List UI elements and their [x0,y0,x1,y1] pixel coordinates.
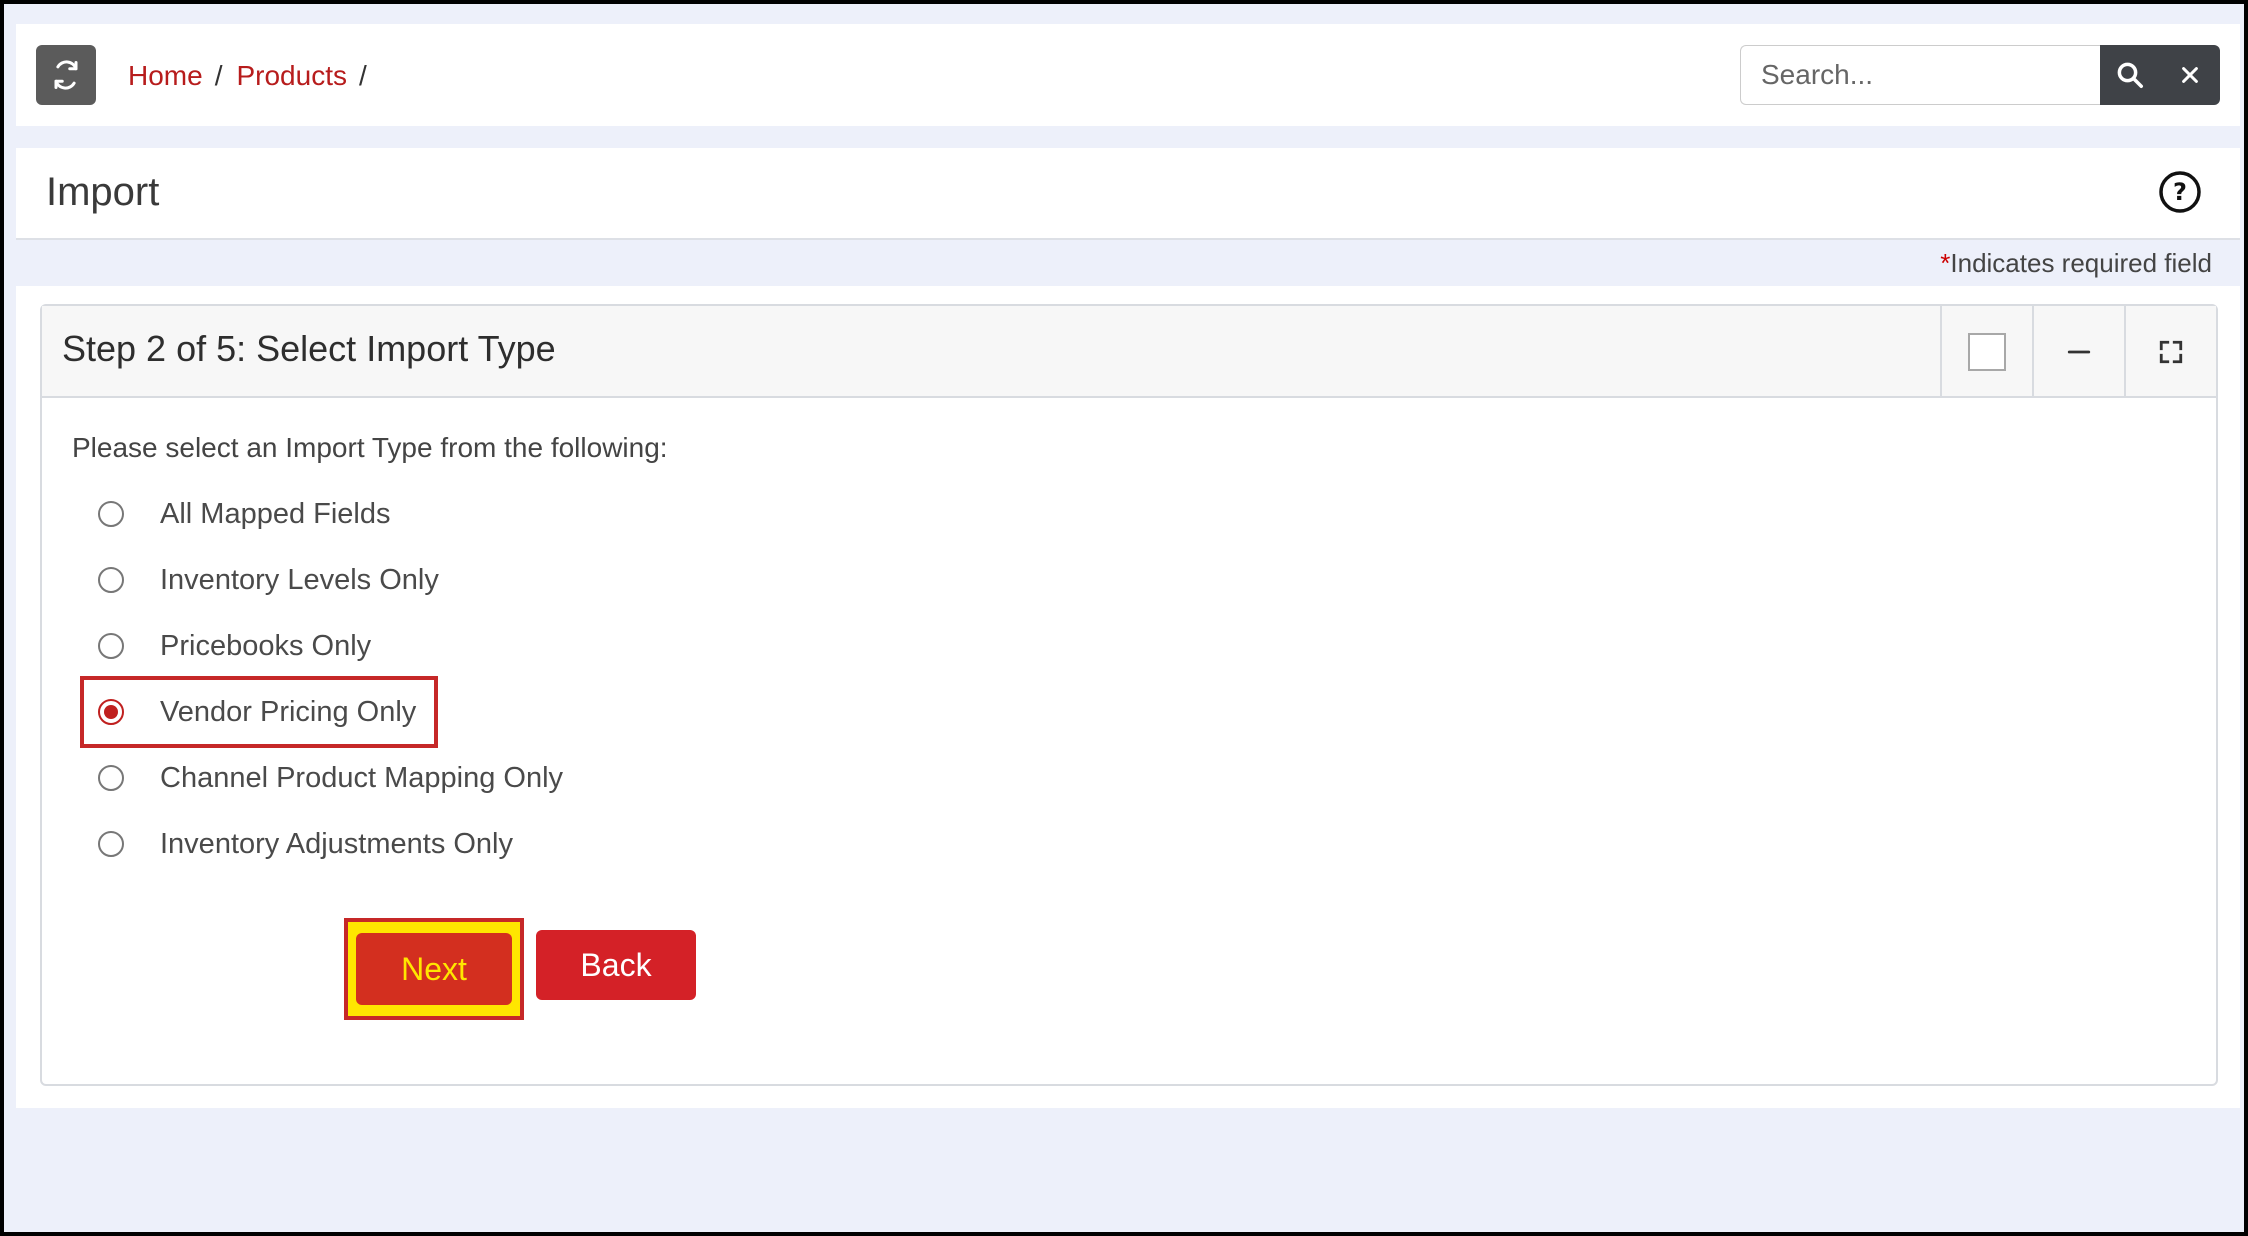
intro-text: Please select an Import Type from the fo… [72,432,668,463]
required-note-text: Indicates required field [1950,248,2212,278]
radio-button[interactable] [98,633,124,659]
collapse-button[interactable] [2032,306,2124,398]
option-inventory-levels-only[interactable]: Inventory Levels Only [98,558,439,602]
refresh-button[interactable] [36,45,96,105]
option-label: All Mapped Fields [160,497,391,530]
top-bar: Home / Products / [16,24,2240,126]
help-circle-icon[interactable]: ? [2158,170,2202,214]
fullscreen-button[interactable] [2124,306,2216,398]
radio-button[interactable] [98,831,124,857]
option-inventory-adjustments-only[interactable]: Inventory Adjustments Only [98,822,513,866]
radio-button[interactable] [98,765,124,791]
breadcrumb-home[interactable]: Home [128,60,203,92]
panel-select-toggle[interactable] [1940,306,2032,398]
close-icon [2182,67,2198,83]
breadcrumb-separator: / [358,60,367,91]
panel-title: Step 2 of 5: Select Import Type [62,328,556,369]
panel-header: Step 2 of 5: Select Import Type [42,306,2216,398]
breadcrumb: Home / Products / [128,58,381,94]
expand-icon [2159,340,2183,364]
breadcrumb-products[interactable]: Products [236,60,347,92]
page-title: Import [46,170,160,214]
svg-text:?: ? [2173,178,2187,206]
clear-search-button[interactable] [2160,45,2220,105]
page-header: Import ? [16,148,2240,240]
minus-icon [2067,350,2091,354]
option-channel-product-mapping-only[interactable]: Channel Product Mapping Only [98,756,563,800]
next-button-highlight: Next [344,918,524,1020]
required-field-note: *Indicates required field [1940,248,2212,279]
radio-button[interactable] [98,567,124,593]
option-label: Channel Product Mapping Only [160,761,564,794]
search-button[interactable] [2100,45,2160,105]
search-icon [2117,62,2143,88]
app-frame: Home / Products / Import ? *Indicates re… [4,4,2244,1232]
radio-button-selected[interactable] [98,699,124,725]
option-all-mapped-fields[interactable]: All Mapped Fields [98,492,391,536]
option-label: Pricebooks Only [160,629,372,662]
panel-checkbox[interactable] [1968,333,2006,371]
back-button[interactable]: Back [536,930,696,1000]
required-star: * [1940,248,1951,278]
option-pricebooks-only[interactable]: Pricebooks Only [98,624,371,668]
option-label: Vendor Pricing Only [160,695,417,728]
import-type-panel: Step 2 of 5: Select Import Type Please s… [40,304,2218,1086]
option-label: Inventory Levels Only [160,563,439,596]
option-vendor-pricing-only[interactable]: Vendor Pricing Only [79,676,439,748]
search-input[interactable] [1740,45,2100,105]
next-button[interactable]: Next [356,933,512,1005]
radio-button[interactable] [98,501,124,527]
breadcrumb-separator: / [214,60,223,91]
refresh-icon [54,60,78,90]
option-label: Inventory Adjustments Only [160,827,513,860]
